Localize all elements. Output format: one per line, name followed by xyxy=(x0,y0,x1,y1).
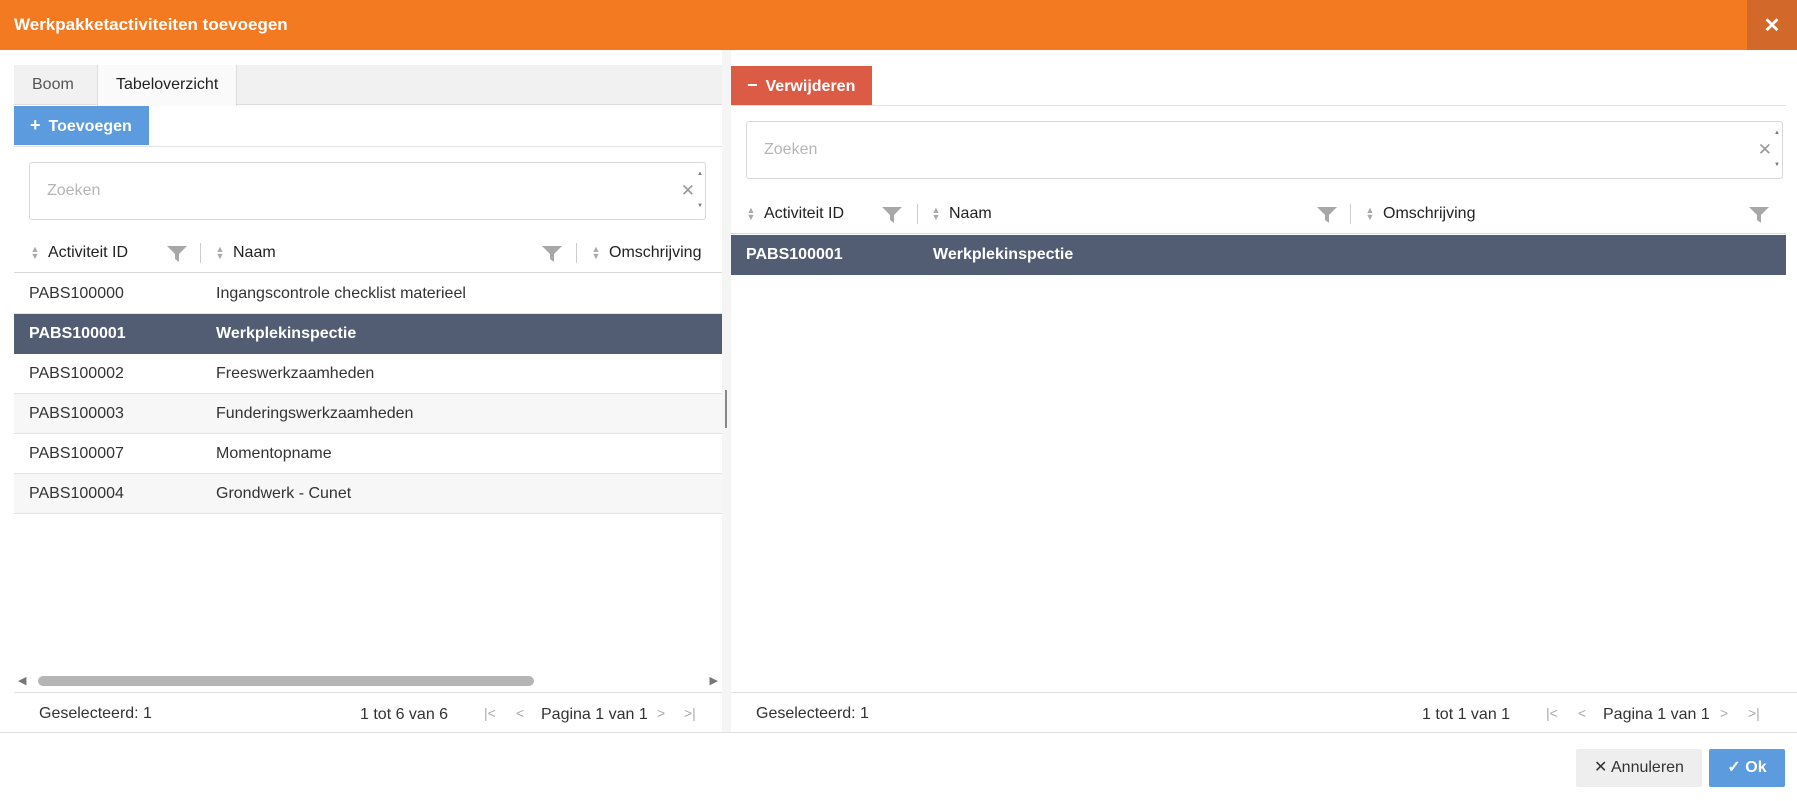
panel-splitter[interactable] xyxy=(722,50,731,732)
cancel-button-label: Annuleren xyxy=(1611,759,1684,776)
cell-naam: Grondwerk - Cunet xyxy=(216,485,352,502)
ok-button-label: Ok xyxy=(1745,759,1767,776)
filter-icon[interactable] xyxy=(541,245,563,263)
remove-button-label: Verwijderen xyxy=(765,78,856,95)
column-separator[interactable] xyxy=(1350,204,1351,224)
spin-down-icon[interactable]: ▼ xyxy=(697,203,703,209)
scrollbar-thumb[interactable] xyxy=(38,676,534,686)
record-range: 1 tot 1 van 1 xyxy=(1422,706,1511,723)
tab-strip: Boom Tabeloverzicht xyxy=(14,65,722,106)
cell-activiteit-id: PABS100007 xyxy=(29,445,124,462)
dialog-title: Werkpakketactiviteiten toevoegen xyxy=(14,15,288,34)
prev-page-icon[interactable]: < xyxy=(516,705,524,721)
column-separator[interactable] xyxy=(576,243,577,263)
cell-activiteit-id: PABS100004 xyxy=(29,485,124,502)
first-page-icon[interactable]: |< xyxy=(484,705,496,721)
column-header-omschrijving[interactable]: ▲ ▼ Omschrijving xyxy=(1365,194,1476,234)
cell-activiteit-id: PABS100000 xyxy=(29,285,124,302)
next-page-icon[interactable]: > xyxy=(657,705,665,721)
add-button[interactable]: + Toevoegen xyxy=(14,106,149,145)
spin-down-icon[interactable]: ▼ xyxy=(1774,162,1780,168)
clear-icon[interactable]: ✕ xyxy=(681,181,695,201)
page-indicator: Pagina 1 van 1 xyxy=(1603,706,1710,723)
table-row[interactable]: PABS100004 Grondwerk - Cunet xyxy=(14,474,722,514)
search-input[interactable]: Zoeken ▲ ✕ ▼ xyxy=(29,162,706,220)
cancel-button[interactable]: ✕ Annuleren xyxy=(1576,749,1702,787)
table-row[interactable]: PABS100002 Freeswerkzaamheden xyxy=(14,354,722,394)
grid-footer: Geselecteerd: 1 1 tot 6 van 6 |< < Pagin… xyxy=(14,692,722,732)
table-row[interactable]: PABS100003 Funderingswerkzaamheden xyxy=(14,394,722,434)
grid-footer: Geselecteerd: 1 1 tot 1 van 1 |< < Pagin… xyxy=(731,692,1797,732)
record-range: 1 tot 6 van 6 xyxy=(360,706,449,723)
filter-icon[interactable] xyxy=(881,206,903,224)
cell-activiteit-id: PABS100001 xyxy=(29,325,126,342)
cell-naam: Werkplekinspectie xyxy=(216,325,357,342)
column-header-activiteit-id[interactable]: ▲ ▼ Activiteit ID xyxy=(30,233,128,273)
sort-icon[interactable]: ▲ ▼ xyxy=(931,205,941,221)
sort-icon[interactable]: ▲ ▼ xyxy=(591,244,601,260)
cell-activiteit-id: PABS100001 xyxy=(746,246,843,263)
table-row-selected[interactable]: PABS100001 Werkplekinspectie xyxy=(731,235,1786,275)
filter-icon[interactable] xyxy=(1748,206,1770,224)
filter-icon[interactable] xyxy=(166,245,188,263)
column-separator[interactable] xyxy=(917,204,918,224)
dialog-action-bar: ✕ Annuleren ✓ Ok xyxy=(0,732,1797,801)
cell-naam: Momentopname xyxy=(216,445,332,462)
selected-count: Geselecteerd: 1 xyxy=(39,705,152,722)
clear-icon[interactable]: ✕ xyxy=(1758,140,1772,160)
search-placeholder: Zoeken xyxy=(47,182,101,199)
remove-button[interactable]: − Verwijderen xyxy=(731,66,873,105)
cell-naam: Funderingswerkzaamheden xyxy=(216,405,414,422)
table-row[interactable]: PABS100007 Momentopname xyxy=(14,434,722,474)
next-page-icon[interactable]: > xyxy=(1720,705,1728,721)
splitter-grip[interactable] xyxy=(725,390,727,428)
tab-boom[interactable]: Boom xyxy=(14,65,92,105)
sort-icon[interactable]: ▲ ▼ xyxy=(30,244,40,260)
close-icon[interactable]: ✕ xyxy=(1747,0,1797,50)
filter-icon[interactable] xyxy=(1316,206,1338,224)
prev-page-icon[interactable]: < xyxy=(1578,705,1586,721)
column-separator[interactable] xyxy=(200,243,201,263)
selected-count: Geselecteerd: 1 xyxy=(756,705,869,722)
last-page-icon[interactable]: >| xyxy=(1748,705,1760,721)
minus-icon: − xyxy=(747,75,758,95)
sort-icon[interactable]: ▲ ▼ xyxy=(746,205,756,221)
divider xyxy=(731,105,1786,106)
search-input[interactable]: Zoeken ▲ ✕ ▼ xyxy=(746,121,1783,179)
spin-up-icon[interactable]: ▲ xyxy=(1774,130,1780,136)
dialog-title-bar: Werkpakketactiviteiten toevoegen ✕ xyxy=(0,0,1797,50)
ok-button[interactable]: ✓ Ok xyxy=(1709,749,1785,787)
grid-header: ▲ ▼ Activiteit ID ▲ ▼ Naam ▲ ▼ Omschrijving xyxy=(731,194,1786,234)
tab-tabeloverzicht[interactable]: Tabeloverzicht xyxy=(97,65,238,106)
first-page-icon[interactable]: |< xyxy=(1546,705,1558,721)
sort-icon[interactable]: ▲ ▼ xyxy=(1365,205,1375,221)
column-header-omschrijving[interactable]: ▲ ▼ Omschrijving xyxy=(591,233,702,273)
column-header-naam[interactable]: ▲ ▼ Naam xyxy=(215,233,276,273)
add-button-label: Toevoegen xyxy=(48,118,132,135)
grid-header: ▲ ▼ Activiteit ID ▲ ▼ Naam ▲ ▼ Omschrijving xyxy=(14,233,722,273)
scroll-right-icon[interactable]: ▶ xyxy=(710,674,718,687)
horizontal-scrollbar[interactable]: ◀ ▶ xyxy=(14,672,722,688)
column-header-activiteit-id[interactable]: ▲ ▼ Activiteit ID xyxy=(746,194,844,234)
spin-up-icon[interactable]: ▲ xyxy=(697,171,703,177)
page-indicator: Pagina 1 van 1 xyxy=(541,706,648,723)
last-page-icon[interactable]: >| xyxy=(684,705,696,721)
cell-activiteit-id: PABS100002 xyxy=(29,365,124,382)
scroll-left-icon[interactable]: ◀ xyxy=(18,674,26,687)
right-panel: − Verwijderen Zoeken ▲ ✕ ▼ ▲ ▼ Activiteit I… xyxy=(731,50,1797,732)
close-icon: ✕ xyxy=(1594,759,1608,776)
cell-activiteit-id: PABS100003 xyxy=(29,405,124,422)
sort-icon[interactable]: ▲ ▼ xyxy=(215,244,225,260)
divider xyxy=(14,146,722,147)
search-placeholder: Zoeken xyxy=(764,141,818,158)
plus-icon: + xyxy=(30,115,41,135)
column-header-naam[interactable]: ▲ ▼ Naam xyxy=(931,194,992,234)
cell-naam: Ingangscontrole checklist materieel xyxy=(216,285,466,302)
left-panel: Boom Tabeloverzicht + Toevoegen Zoeken ▲ … xyxy=(0,50,722,732)
table-row-selected[interactable]: PABS100001 Werkplekinspectie xyxy=(14,314,722,354)
table-row[interactable]: PABS100000 Ingangscontrole checklist mat… xyxy=(14,274,722,314)
check-icon: ✓ xyxy=(1727,759,1741,776)
cell-naam: Freeswerkzaamheden xyxy=(216,365,375,382)
cell-naam: Werkplekinspectie xyxy=(933,246,1074,263)
